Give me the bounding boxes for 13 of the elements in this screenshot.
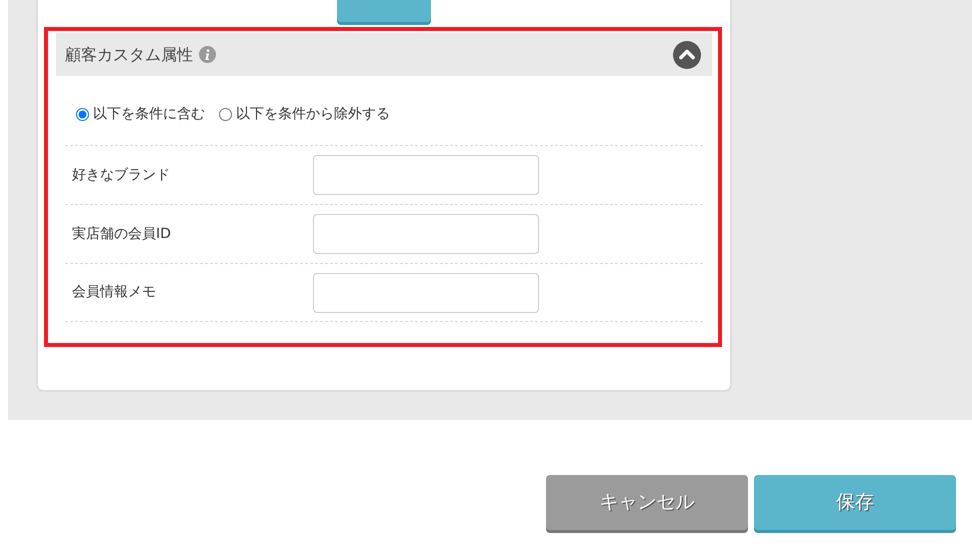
radio-label[interactable]: 以下を条件から除外する (236, 104, 390, 125)
field-label: 会員情報メモ (72, 283, 157, 302)
radio-label[interactable]: 以下を条件に含む (93, 104, 205, 125)
section-title: 顧客カスタム属性 (65, 44, 193, 66)
text-field[interactable] (313, 214, 539, 254)
radio-button[interactable] (76, 108, 89, 121)
info-icon[interactable] (199, 46, 216, 63)
text-field[interactable] (313, 272, 539, 312)
field-label: 実店舗の会員ID (72, 224, 172, 244)
radio-button[interactable] (219, 108, 232, 121)
field-label: 好きなブランド (72, 166, 171, 184)
collapse-toggle[interactable] (672, 40, 702, 70)
text-field[interactable] (313, 155, 539, 195)
